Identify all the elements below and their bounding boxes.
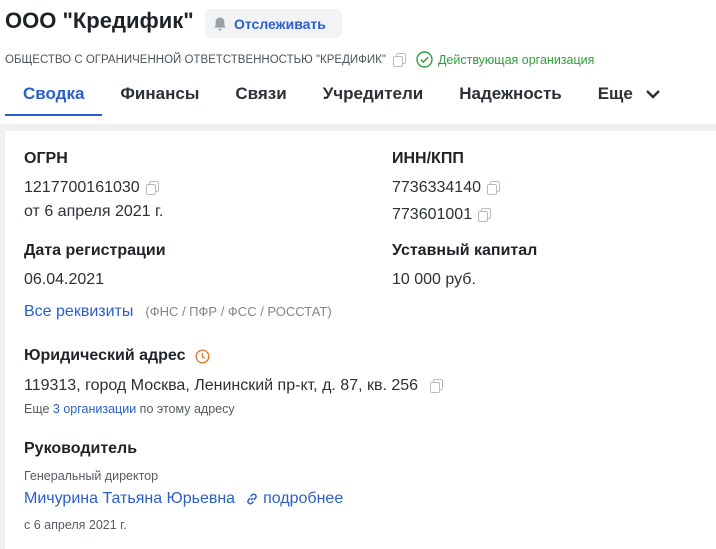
clock-icon[interactable]: [195, 348, 210, 364]
ogrn-row: 1217700161030: [24, 179, 159, 197]
company-full-name-row: ОБЩЕСТВО С ОГРАНИЧЕННОЙ ОТВЕТСТВЕННОСТЬЮ…: [5, 51, 594, 68]
company-header: ООО "Кредифик" Отслеживать ОБЩЕСТВО С ОГ…: [0, 0, 716, 124]
company-full-name: ОБЩЕСТВО С ОГРАНИЧЕННОЙ ОТВЕТСТВЕННОСТЬЮ…: [5, 53, 386, 66]
link-icon: [247, 493, 257, 505]
all-details-link[interactable]: Все реквизиты: [24, 303, 133, 321]
status-text: Действующая организация: [437, 52, 595, 67]
copy-icon[interactable]: [430, 379, 444, 393]
head-row: Мичурина Татьяна Юрьевна подробнее: [24, 490, 343, 508]
copy-icon[interactable]: [392, 52, 406, 67]
ogrn-value: 1217700161030: [24, 179, 140, 196]
kpp-row: 773601001: [392, 206, 492, 224]
address-label-row: Юридический адрес: [24, 347, 210, 365]
tab-founders[interactable]: Учредители: [305, 83, 442, 116]
tab-summary[interactable]: Сводка: [5, 83, 103, 116]
company-title: ООО "Кредифик": [5, 8, 194, 33]
head-position: Генеральный директор: [24, 469, 159, 483]
ogrn-label: ОГРН: [24, 150, 68, 167]
address-note: Еще 3 организации по этому адресу: [24, 402, 235, 416]
inn-kpp-label: ИНН/КПП: [392, 150, 464, 167]
copy-icon[interactable]: [486, 181, 500, 195]
head-since: с 6 апреля 2021 г.: [24, 518, 127, 532]
tab-bar: Сводка Финансы Связи Учредители Надежнос…: [5, 83, 679, 116]
ogrn-date: от 6 апреля 2021 г.: [24, 203, 164, 220]
details-row: Все реквизиты (ФНС / ПФР / ФСС / РОССТАТ…: [24, 303, 332, 321]
copy-icon[interactable]: [145, 181, 159, 195]
address-note-prefix: Еще: [24, 402, 50, 416]
kpp-value: 773601001: [392, 206, 473, 223]
copy-icon[interactable]: [478, 208, 492, 222]
status-badge: Действующая организация: [416, 51, 594, 68]
head-more-label: подробнее: [263, 490, 344, 507]
tab-more-label: Еще: [597, 84, 633, 103]
reg-date-label: Дата регистрации: [24, 242, 166, 259]
details-sources: (ФНС / ПФР / ФСС / РОССТАТ): [145, 304, 332, 319]
head-label: Руководитель: [24, 440, 138, 457]
capital-value: 10 000 руб.: [392, 271, 476, 288]
follow-button-label: Отслеживать: [234, 15, 326, 32]
bell-icon: [214, 17, 226, 31]
check-circle-icon: [416, 51, 433, 68]
head-name-link[interactable]: Мичурина Татьяна Юрьевна: [24, 490, 235, 508]
chevron-down-icon: [646, 90, 660, 99]
address-note-suffix: по этому адресу: [139, 402, 235, 416]
tab-finance[interactable]: Финансы: [102, 83, 217, 116]
address-row: 119313, город Москва, Ленинский пр-кт, д…: [24, 377, 444, 395]
follow-button[interactable]: Отслеживать: [205, 9, 342, 38]
summary-card: ОГРН 1217700161030 от 6 апреля 2021 г. И…: [5, 131, 716, 549]
address-value: 119313, город Москва, Ленинский пр-кт, д…: [24, 377, 419, 394]
inn-row: 7736334140: [392, 179, 500, 197]
reg-date-value: 06.04.2021: [24, 271, 105, 288]
address-label: Юридический адрес: [24, 347, 186, 364]
tab-more[interactable]: Еще: [580, 83, 679, 116]
capital-label: Уставный капитал: [392, 242, 538, 259]
inn-value: 7736334140: [392, 179, 481, 196]
tab-connections[interactable]: Связи: [217, 83, 304, 116]
tab-reliability[interactable]: Надежность: [441, 83, 579, 116]
same-address-orgs-link[interactable]: 3 организации: [53, 402, 136, 416]
head-more-link[interactable]: подробнее: [245, 490, 343, 508]
